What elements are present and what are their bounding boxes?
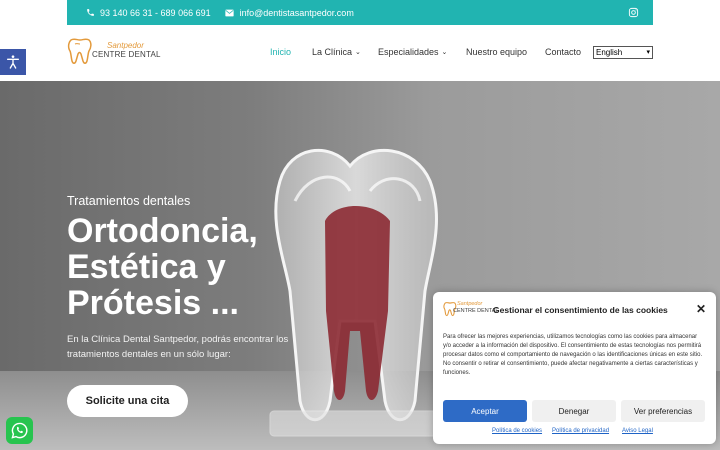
cookie-logo-line-2: CENTRE DENTAL [453, 308, 499, 314]
cookie-title: Gestionar el consentimiento de las cooki… [493, 305, 668, 315]
phone-text[interactable]: 93 140 66 31 - 689 066 691 [100, 8, 211, 18]
preferences-button[interactable]: Ver preferencias [621, 400, 705, 422]
chevron-down-icon: ⌄ [355, 49, 361, 56]
whatsapp-icon [11, 422, 28, 439]
request-appointment-button[interactable]: Solicite una cita [67, 385, 188, 417]
cookie-logo-line-1: Santpedor [457, 301, 483, 307]
site-logo[interactable]: Santpedor CENTRE DENTAL [67, 37, 167, 65]
privacy-policy-link[interactable]: Política de privacidad [552, 428, 609, 434]
whatsapp-button[interactable] [6, 417, 33, 444]
close-icon[interactable]: ✕ [696, 302, 706, 316]
nav-label: Inicio [270, 47, 292, 57]
language-value: English [596, 48, 623, 57]
select-arrow-icon: ▾ [646, 49, 650, 56]
tooth-logo-icon [67, 38, 92, 64]
nav-item-la-clinica[interactable]: La Clínica ⌄ [312, 47, 361, 57]
chevron-down-icon: ⌄ [441, 49, 448, 56]
legal-notice-link[interactable]: Aviso Legal [622, 428, 653, 434]
phone-contact[interactable]: 93 140 66 31 - 689 066 691 [85, 8, 211, 18]
hero-title-line-1: Ortodoncia, [67, 212, 258, 250]
hero-title-line-3: Prótesis ... [67, 284, 239, 322]
nav-item-especialidades[interactable]: Especialidades ⌄ [378, 47, 447, 57]
site-header: Santpedor CENTRE DENTAL Inicio La Clínic… [0, 25, 720, 81]
nav-label: Contacto [545, 47, 582, 57]
cookie-consent-dialog: Santpedor CENTRE DENTAL Gestionar el con… [433, 292, 716, 444]
deny-button[interactable]: Denegar [532, 400, 616, 422]
language-select[interactable]: English ▾ [593, 46, 653, 59]
logo-line-2: CENTRE DENTAL [92, 50, 161, 59]
cookie-logo: Santpedor CENTRE DENTAL [443, 299, 498, 321]
nav-label: Especialidades [378, 47, 439, 57]
phone-icon [85, 8, 95, 18]
cookie-policy-link[interactable]: Política de cookies [492, 428, 542, 434]
nav-label: Nuestro equipo [466, 47, 528, 57]
accessibility-icon [6, 55, 19, 69]
accept-button[interactable]: Aceptar [443, 400, 527, 422]
nav-label: La Clínica [312, 47, 353, 57]
top-contact-bar: 93 140 66 31 - 689 066 691 info@dentista… [67, 0, 653, 25]
accessibility-button[interactable] [0, 49, 26, 75]
email-contact[interactable]: info@dentistasantpedor.com [225, 8, 354, 18]
instagram-icon[interactable] [628, 7, 639, 18]
email-text[interactable]: info@dentistasantpedor.com [240, 8, 354, 18]
hero-subtitle: Tratamientos dentales [67, 194, 191, 208]
envelope-icon [225, 8, 235, 18]
nav-item-contacto[interactable]: Contacto [545, 47, 581, 57]
nav-item-inicio[interactable]: Inicio [270, 47, 291, 57]
hero-description: En la Clínica Dental Santpedor, podrás e… [67, 334, 289, 360]
hero-title-line-2: Estética y [67, 248, 226, 286]
nav-item-nuestro-equipo[interactable]: Nuestro equipo [466, 47, 527, 57]
cookie-text: Para ofrecer las mejores experiencias, u… [443, 334, 703, 376]
logo-line-1: Santpedor [107, 41, 144, 50]
